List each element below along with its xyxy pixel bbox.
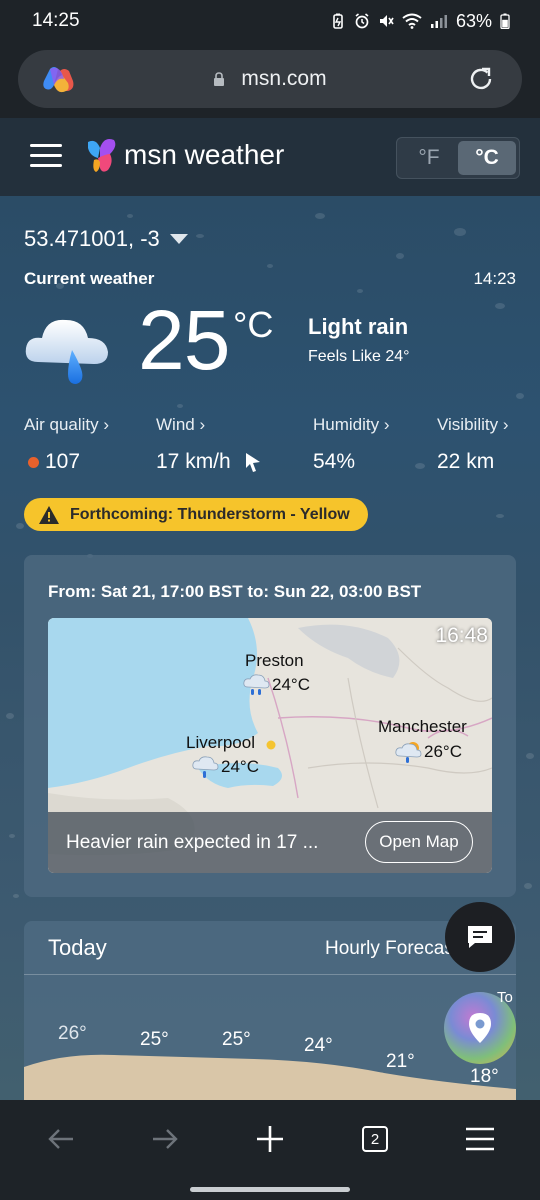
rain-cloud-icon: [192, 756, 219, 778]
air-quality-label: Air quality: [24, 415, 99, 434]
browser-bottom-nav: 2: [0, 1100, 540, 1200]
city-manchester: Manchester: [378, 717, 467, 736]
humidity-value: 54%: [313, 450, 356, 473]
weather-map-card: From: Sat 21, 17:00 BST to: Sun 22, 03:0…: [24, 555, 516, 897]
new-tab-button[interactable]: [250, 1122, 290, 1156]
battery-percent: 63%: [455, 10, 492, 31]
fahrenheit-button[interactable]: °F: [400, 141, 458, 175]
chevron-down-icon: [169, 234, 188, 244]
msn-logo-icon: [88, 139, 116, 172]
temperature-unit: °C: [233, 304, 274, 345]
city-liverpool: Liverpool: [186, 733, 255, 752]
wifi-icon: [402, 13, 422, 29]
visibility-link[interactable]: Visibility ›: [437, 415, 508, 435]
current-weather-time: 14:23: [473, 269, 516, 288]
alarm-icon: [355, 13, 369, 29]
city-liverpool-temp: 24°C: [191, 755, 259, 779]
hamburger-menu-icon[interactable]: [30, 144, 62, 168]
wind-speed: 17 km/h: [156, 450, 231, 473]
tabs-button[interactable]: 2: [355, 1122, 395, 1156]
humidity-label: Humidity: [313, 415, 380, 434]
home-gesture-bar[interactable]: [190, 1187, 350, 1192]
rain-cloud-icon: [25, 319, 108, 384]
location-pin-icon: [469, 1013, 491, 1043]
celsius-button[interactable]: °C: [458, 141, 516, 175]
visibility-value: 22 km: [437, 450, 495, 473]
hour-temp: 18°: [470, 1066, 499, 1087]
today-forecast-card: Today Hourly Forecast 26° 25° 25° 24° 21…: [24, 921, 516, 1100]
back-icon: [48, 1129, 73, 1149]
status-icons: 63%: [330, 11, 510, 32]
city-preston-temp: 24°C: [242, 673, 310, 697]
feels-like: Feels Like 24°: [308, 348, 410, 365]
air-quality-value: 107: [28, 450, 80, 474]
forward-icon: [153, 1129, 178, 1149]
map-timestamp: 16:48: [435, 624, 488, 647]
forward-button[interactable]: [145, 1122, 185, 1156]
hour-temp: 26°: [58, 1023, 87, 1044]
msn-header: msn weather °F °C: [0, 118, 540, 196]
air-quality-link[interactable]: Air quality ›: [24, 415, 109, 435]
tabs-icon: 2: [362, 1126, 388, 1152]
weather-condition: Light rain: [308, 314, 409, 339]
address-bar[interactable]: msn.com: [18, 50, 522, 108]
wind-link[interactable]: Wind ›: [156, 415, 205, 435]
city-temp-text: 24°C: [221, 757, 259, 776]
temperature-curve: [24, 1054, 516, 1100]
open-map-button[interactable]: Open Map: [365, 821, 473, 863]
menu-icon: [466, 1127, 494, 1151]
current-weather-label: Current weather: [24, 269, 155, 288]
map-footer: Heavier rain expected in 17 ... Open Map: [48, 812, 492, 873]
city-temp-text: 24°C: [272, 675, 310, 694]
location-selector[interactable]: 53.471001, -3: [24, 226, 188, 252]
partial-label: To: [497, 989, 513, 1006]
back-button[interactable]: [41, 1122, 81, 1156]
city-manchester-temp: 26°C: [394, 740, 462, 764]
warning-icon: [39, 505, 59, 524]
alert-text: Forthcoming: Thunderstorm - Yellow: [70, 505, 350, 523]
battery-saver-icon: [333, 13, 343, 29]
new-tab-icon: [257, 1126, 283, 1152]
weather-content: 53.471001, -3 Current weather 14:23 25 °…: [0, 196, 540, 1100]
weather-map[interactable]: 16:48 Preston 24°C Liverpool 24°C Manche…: [48, 618, 492, 873]
visibility-label: Visibility: [437, 415, 499, 434]
battery-icon: [500, 13, 510, 29]
chat-button[interactable]: [445, 902, 515, 972]
wind-label: Wind: [156, 415, 195, 434]
rain-cloud-icon: [243, 674, 270, 695]
status-bar: 14:25 63%: [0, 0, 540, 42]
browser-toolbar: msn.com: [0, 42, 540, 118]
aq-status-dot: [28, 456, 39, 468]
city-preston: Preston: [245, 651, 304, 670]
hourly-forecast-tab[interactable]: Hourly Forecast: [325, 938, 459, 960]
rain-forecast-text: Heavier rain expected in 17 ...: [66, 832, 319, 853]
signal-icon: [430, 15, 447, 28]
lock-icon: [214, 72, 225, 86]
forecast-range: From: Sat 21, 17:00 BST to: Sun 22, 03:0…: [48, 582, 422, 601]
reload-icon[interactable]: [466, 64, 496, 94]
location-text: 53.471001, -3: [24, 226, 160, 251]
aq-number: 107: [45, 450, 81, 473]
browser-menu-button[interactable]: [460, 1122, 500, 1156]
divider: [24, 974, 516, 975]
status-time: 14:25: [32, 10, 80, 31]
humidity-link[interactable]: Humidity ›: [313, 415, 390, 435]
current-temperature: 25: [138, 293, 230, 387]
wind-value: 17 km/h: [156, 450, 263, 474]
url-display[interactable]: msn.com: [18, 67, 522, 91]
wind-direction-icon: [245, 453, 260, 472]
unit-toggle[interactable]: °F °C: [396, 137, 520, 179]
weather-alert-badge[interactable]: Forthcoming: Thunderstorm - Yellow: [24, 498, 368, 531]
chat-icon: [468, 926, 492, 948]
city-temp-text: 26°C: [424, 742, 462, 761]
url-text: msn.com: [241, 67, 327, 90]
today-title: Today: [48, 935, 107, 960]
brand-title: msn weather: [124, 139, 285, 170]
sun-rain-icon: [395, 742, 422, 763]
mute-icon: [379, 15, 394, 27]
